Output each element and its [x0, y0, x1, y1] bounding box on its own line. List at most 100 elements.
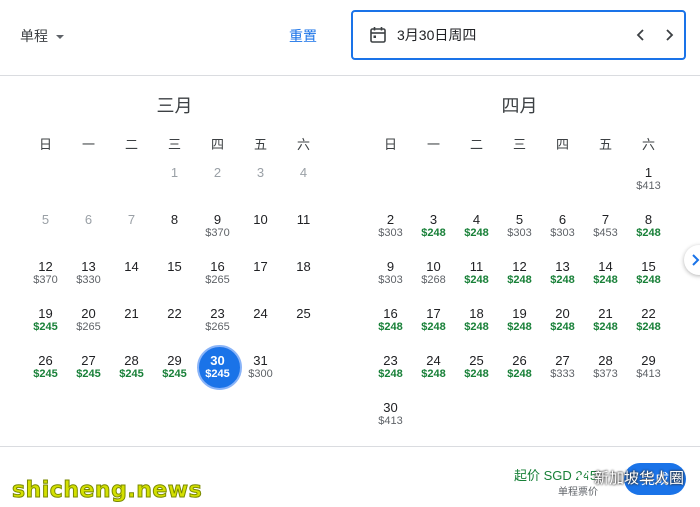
day-number: 4 — [472, 212, 481, 227]
calendar-day[interactable]: 1 $413 — [627, 165, 670, 207]
calendar-day[interactable]: 21 $248 — [584, 306, 627, 348]
day-price: $265 — [76, 321, 101, 333]
calendar-day[interactable]: 18 $248 — [455, 306, 498, 348]
day-price: $248 — [464, 368, 489, 380]
calendar-day[interactable]: 14 $248 — [584, 259, 627, 301]
calendar-day[interactable]: 22 $248 — [627, 306, 670, 348]
calendar-day: 5 — [24, 212, 67, 254]
previous-date-button[interactable] — [631, 25, 651, 45]
calendar-day[interactable]: 23 $248 — [369, 353, 412, 395]
day-number: 19 — [512, 306, 527, 321]
calendar-day[interactable]: 5 $303 — [498, 212, 541, 254]
calendar-day[interactable]: 26 $248 — [498, 353, 541, 395]
calendar-day[interactable]: 12 $370 — [24, 259, 67, 301]
calendar-day[interactable]: 12 $248 — [498, 259, 541, 301]
day-number: 15 — [641, 259, 656, 274]
calendar-day[interactable]: 13 $330 — [67, 259, 110, 301]
day-number: 6 — [84, 212, 93, 227]
calendar-day[interactable]: 25 $248 — [455, 353, 498, 395]
next-date-button[interactable] — [659, 25, 679, 45]
calendar-day[interactable]: 8 — [153, 212, 196, 254]
calendar-day[interactable]: 20 $248 — [541, 306, 584, 348]
day-number: 28 — [124, 353, 139, 368]
calendar-day[interactable]: 16 $265 — [196, 259, 239, 301]
calendar-day[interactable]: 10 $268 — [412, 259, 455, 301]
day-price: $373 — [593, 368, 618, 380]
calendar-day-selected[interactable]: 30 $245 — [196, 345, 242, 395]
day-price: $245 — [205, 368, 230, 380]
calendar-day[interactable]: 11 — [282, 212, 325, 254]
calendar-day[interactable]: 17 — [239, 259, 282, 301]
calendar-day[interactable]: 4 $248 — [455, 212, 498, 254]
calendar-day[interactable]: 29 $413 — [627, 353, 670, 395]
next-month-button[interactable] — [684, 245, 700, 275]
calendar-day[interactable]: 7 $453 — [584, 212, 627, 254]
day-price: $413 — [636, 180, 661, 192]
day-number: 9 — [213, 212, 222, 227]
calendar-day[interactable]: 16 $248 — [369, 306, 412, 348]
calendar-day[interactable]: 6 $303 — [541, 212, 584, 254]
weekday-label: 三 — [512, 137, 526, 152]
calendar-day[interactable]: 14 — [110, 259, 153, 301]
calendar-day[interactable]: 31 $300 — [239, 353, 282, 395]
day-price: $245 — [33, 321, 58, 333]
calendar-day[interactable]: 23 $265 — [196, 306, 239, 348]
day-price: $245 — [33, 368, 58, 380]
watermark-site: shicheng.news — [11, 478, 203, 504]
calendar-day[interactable]: 22 — [153, 306, 196, 348]
calendar-day[interactable]: 9 $303 — [369, 259, 412, 301]
calendar-day[interactable]: 19 $245 — [24, 306, 67, 348]
calendar-day[interactable]: 30 $413 — [369, 400, 412, 442]
calendar-day[interactable]: 8 $248 — [627, 212, 670, 254]
calendar-day[interactable]: 24 $248 — [412, 353, 455, 395]
day-number: 5 — [515, 212, 524, 227]
day-price: $248 — [464, 274, 489, 286]
trip-type-dropdown[interactable]: 单程 — [20, 26, 64, 46]
calendar-day[interactable]: 11 $248 — [455, 259, 498, 301]
day-number: 7 — [127, 212, 136, 227]
day-number: 30 — [383, 400, 398, 415]
day-number: 22 — [167, 306, 182, 321]
wechat-logo-icon — [572, 468, 590, 487]
calendar-day[interactable]: 2 $303 — [369, 212, 412, 254]
calendar-day[interactable]: 21 — [110, 306, 153, 348]
weekday-label: 日 — [383, 137, 397, 152]
day-number: 25 — [469, 353, 484, 368]
chevron-right-icon — [692, 254, 700, 266]
weekday-label: 三 — [167, 137, 181, 152]
calendar-day[interactable]: 3 $248 — [412, 212, 455, 254]
calendar-day[interactable]: 15 — [153, 259, 196, 301]
calendar-day[interactable]: 29 $245 — [153, 353, 196, 395]
calendar-day[interactable]: 27 $333 — [541, 353, 584, 395]
calendar-day: 6 — [67, 212, 110, 254]
day-number: 14 — [124, 259, 139, 274]
day-number: 24 — [426, 353, 441, 368]
day-number: 20 — [555, 306, 570, 321]
day-number: 7 — [601, 212, 610, 227]
calendar-day[interactable]: 19 $248 — [498, 306, 541, 348]
day-number: 17 — [426, 306, 441, 321]
calendar-day[interactable]: 26 $245 — [24, 353, 67, 395]
calendar-day[interactable]: 18 — [282, 259, 325, 301]
calendar-day[interactable]: 9 $370 — [196, 212, 239, 254]
calendar-day[interactable]: 10 — [239, 212, 282, 254]
calendar-day[interactable]: 28 $373 — [584, 353, 627, 395]
watermark-channel: 新加坡华人圈 — [572, 467, 684, 488]
calendar-day[interactable]: 28 $245 — [110, 353, 153, 395]
calendar-day[interactable]: 25 — [282, 306, 325, 348]
calendar-day[interactable]: 27 $245 — [67, 353, 110, 395]
day-price: $245 — [162, 368, 187, 380]
calendar-day[interactable]: 15 $248 — [627, 259, 670, 301]
day-number: 3 — [256, 165, 265, 180]
calendar-day[interactable]: 17 $248 — [412, 306, 455, 348]
calendar-day[interactable]: 13 $248 — [541, 259, 584, 301]
reset-button[interactable]: 重置 — [289, 26, 317, 46]
day-price: $333 — [550, 368, 575, 380]
day-number: 25 — [296, 306, 311, 321]
day-number: 28 — [598, 353, 613, 368]
day-price: $303 — [378, 274, 403, 286]
departure-date-field[interactable]: 3月30日周四 — [351, 10, 686, 60]
calendar-day[interactable]: 20 $265 — [67, 306, 110, 348]
day-price: $248 — [550, 321, 575, 333]
calendar-day[interactable]: 24 — [239, 306, 282, 348]
